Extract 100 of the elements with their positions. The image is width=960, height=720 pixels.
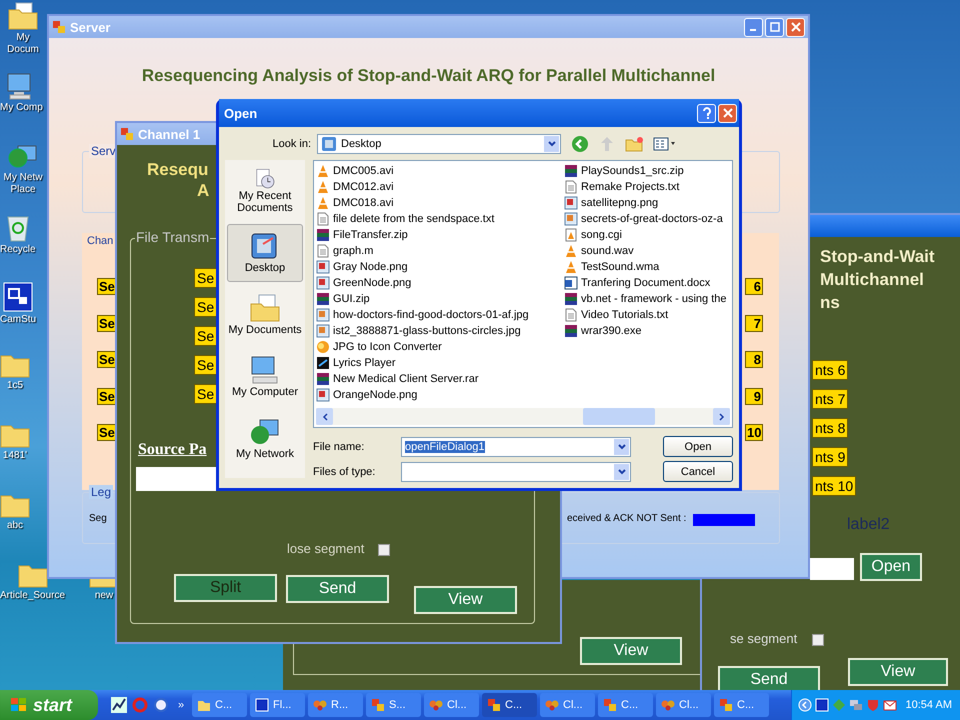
file-item[interactable]: Lyrics Player	[316, 355, 564, 371]
maximize-button[interactable]	[765, 18, 784, 36]
window-title: Channel 1	[138, 126, 200, 142]
file-item[interactable]: JPG to Icon Converter	[316, 339, 564, 355]
start-button[interactable]: start	[0, 690, 98, 720]
file-item[interactable]: DMC012.avi	[316, 179, 564, 195]
taskbar-button[interactable]: S...	[366, 693, 421, 717]
places-item[interactable]: My Recent Documents	[227, 162, 303, 220]
input-field[interactable]	[810, 558, 854, 580]
desktop-icon-label[interactable]: My Comp	[0, 102, 43, 114]
taskbar-button[interactable]: C...	[714, 693, 769, 717]
file-item[interactable]: GUI.zip	[316, 291, 564, 307]
file-item[interactable]: sound.wav	[564, 243, 730, 259]
picture-icon	[316, 388, 330, 402]
open-button[interactable]: Open	[663, 436, 733, 457]
taskbar-button[interactable]: Cl...	[656, 693, 711, 717]
segment-label: nts 8	[812, 418, 848, 438]
file-item[interactable]: Video Tutorials.txt	[564, 307, 730, 323]
more-button[interactable]: »	[178, 699, 184, 711]
scroll-right-icon[interactable]	[718, 412, 724, 420]
envelope-icon[interactable]	[882, 698, 897, 712]
desktop-icon-label[interactable]: Recycle	[0, 244, 36, 256]
file-item[interactable]: file delete from the sendspace.txt	[316, 211, 564, 227]
app-icon[interactable]	[814, 698, 829, 712]
file-item[interactable]: song.cgi	[564, 227, 730, 243]
back-button[interactable]	[571, 135, 589, 153]
segment-label: nts 10	[812, 476, 856, 496]
folder-icon	[197, 698, 211, 712]
view-menu-button[interactable]	[653, 137, 677, 151]
close-button[interactable]	[786, 18, 805, 36]
look-in-dropdown[interactable]: Desktop	[317, 134, 561, 154]
file-item[interactable]: Remake Projects.txt	[564, 179, 730, 195]
segment-label: Se	[97, 314, 117, 332]
file-name-field[interactable]: openFileDialog1	[401, 436, 631, 456]
file-item[interactable]: TestSound.wma	[564, 259, 730, 275]
file-item[interactable]: how-doctors-find-good-doctors-01-af.jpg	[316, 307, 564, 323]
places-item[interactable]: My Computer	[227, 348, 303, 406]
computers-icon[interactable]	[848, 698, 863, 712]
file-item[interactable]: ist2_3888871-glass-buttons-circles.jpg	[316, 323, 564, 339]
chart-icon[interactable]	[111, 697, 127, 713]
places-item[interactable]: My Network	[227, 410, 303, 468]
view-button[interactable]: View	[848, 658, 948, 686]
checkbox[interactable]	[812, 634, 824, 646]
file-item[interactable]: wrar390.exe	[564, 323, 730, 339]
file-item[interactable]: graph.m	[316, 243, 564, 259]
segment-label: 9	[745, 388, 763, 404]
places-item[interactable]: My Documents	[227, 286, 303, 344]
taskbar-button[interactable]: C...	[598, 693, 653, 717]
open-button[interactable]: Open	[860, 553, 922, 581]
horizontal-scrollbar[interactable]	[316, 408, 730, 425]
taskbar-button[interactable]: C...	[192, 693, 247, 717]
desktop-icon-label[interactable]: My Docum	[0, 32, 46, 56]
help-button[interactable]	[697, 104, 716, 122]
send-button[interactable]: Send	[286, 575, 389, 603]
close-button[interactable]	[718, 104, 737, 122]
butterfly-icon	[661, 698, 675, 712]
file-item[interactable]: FileTransfer.zip	[316, 227, 564, 243]
file-item[interactable]: Gray Node.png	[316, 259, 564, 275]
cancel-button[interactable]: Cancel	[663, 461, 733, 482]
file-item[interactable]: GreenNode.png	[316, 275, 564, 291]
file-item[interactable]: Tranfering Document.docx	[564, 275, 730, 291]
file-item[interactable]: DMC005.avi	[316, 163, 564, 179]
document-icon	[564, 180, 578, 194]
desktop-icon-label[interactable]: CamStu	[0, 314, 36, 326]
view-button[interactable]: View	[414, 586, 517, 614]
file-item[interactable]: vb.net - framework - using the	[564, 291, 730, 307]
new-folder-button[interactable]	[625, 136, 643, 152]
segment-label: 10	[745, 424, 763, 441]
taskbar-button[interactable]: Cl...	[424, 693, 479, 717]
desktop-icon-label[interactable]: abc	[6, 520, 24, 532]
butterfly-icon	[429, 698, 443, 712]
view-button[interactable]: View	[580, 637, 682, 665]
segment-label: Se	[97, 351, 117, 368]
folder-icon	[8, 2, 38, 30]
desktop-icon-label[interactable]: My Netw Place	[0, 172, 46, 196]
document-icon	[316, 244, 330, 258]
stacked-books-icon	[564, 324, 578, 338]
minimize-button[interactable]	[744, 18, 763, 36]
file-item[interactable]: DMC018.avi	[316, 195, 564, 211]
taskbar-button[interactable]: C...	[482, 693, 537, 717]
taskbar-button[interactable]: Fl...	[250, 693, 305, 717]
file-type-dropdown[interactable]	[401, 462, 631, 482]
file-item[interactable]: satellitepng.png	[564, 195, 730, 211]
segment-label: Se	[194, 297, 218, 317]
windows-logo-icon	[10, 697, 28, 713]
desktop-icon-label[interactable]: new	[94, 590, 114, 602]
file-item[interactable]: secrets-of-great-doctors-oz-a	[564, 211, 730, 227]
legend-text: eceived & ACK NOT Sent :	[567, 513, 686, 524]
heading-text: Resequencing Analysis of Stop-and-Wait ARQ for Parallel Multichannel	[140, 65, 716, 87]
places-item[interactable]: Desktop	[227, 224, 303, 282]
scroll-left-icon[interactable]	[322, 412, 328, 420]
taskbar-button[interactable]: R...	[308, 693, 363, 717]
checkbox[interactable]	[378, 544, 390, 556]
taskbar-button[interactable]: Cl...	[540, 693, 595, 717]
stacked-books-icon	[316, 228, 330, 242]
stacked-books-icon	[564, 164, 578, 178]
file-item[interactable]: PlaySounds1_src.zip	[564, 163, 730, 179]
file-item[interactable]: OrangeNode.png	[316, 387, 564, 403]
file-item[interactable]: New Medical Client Server.rar	[316, 371, 564, 387]
desktop-icon-label[interactable]: Article_Source	[0, 590, 66, 602]
